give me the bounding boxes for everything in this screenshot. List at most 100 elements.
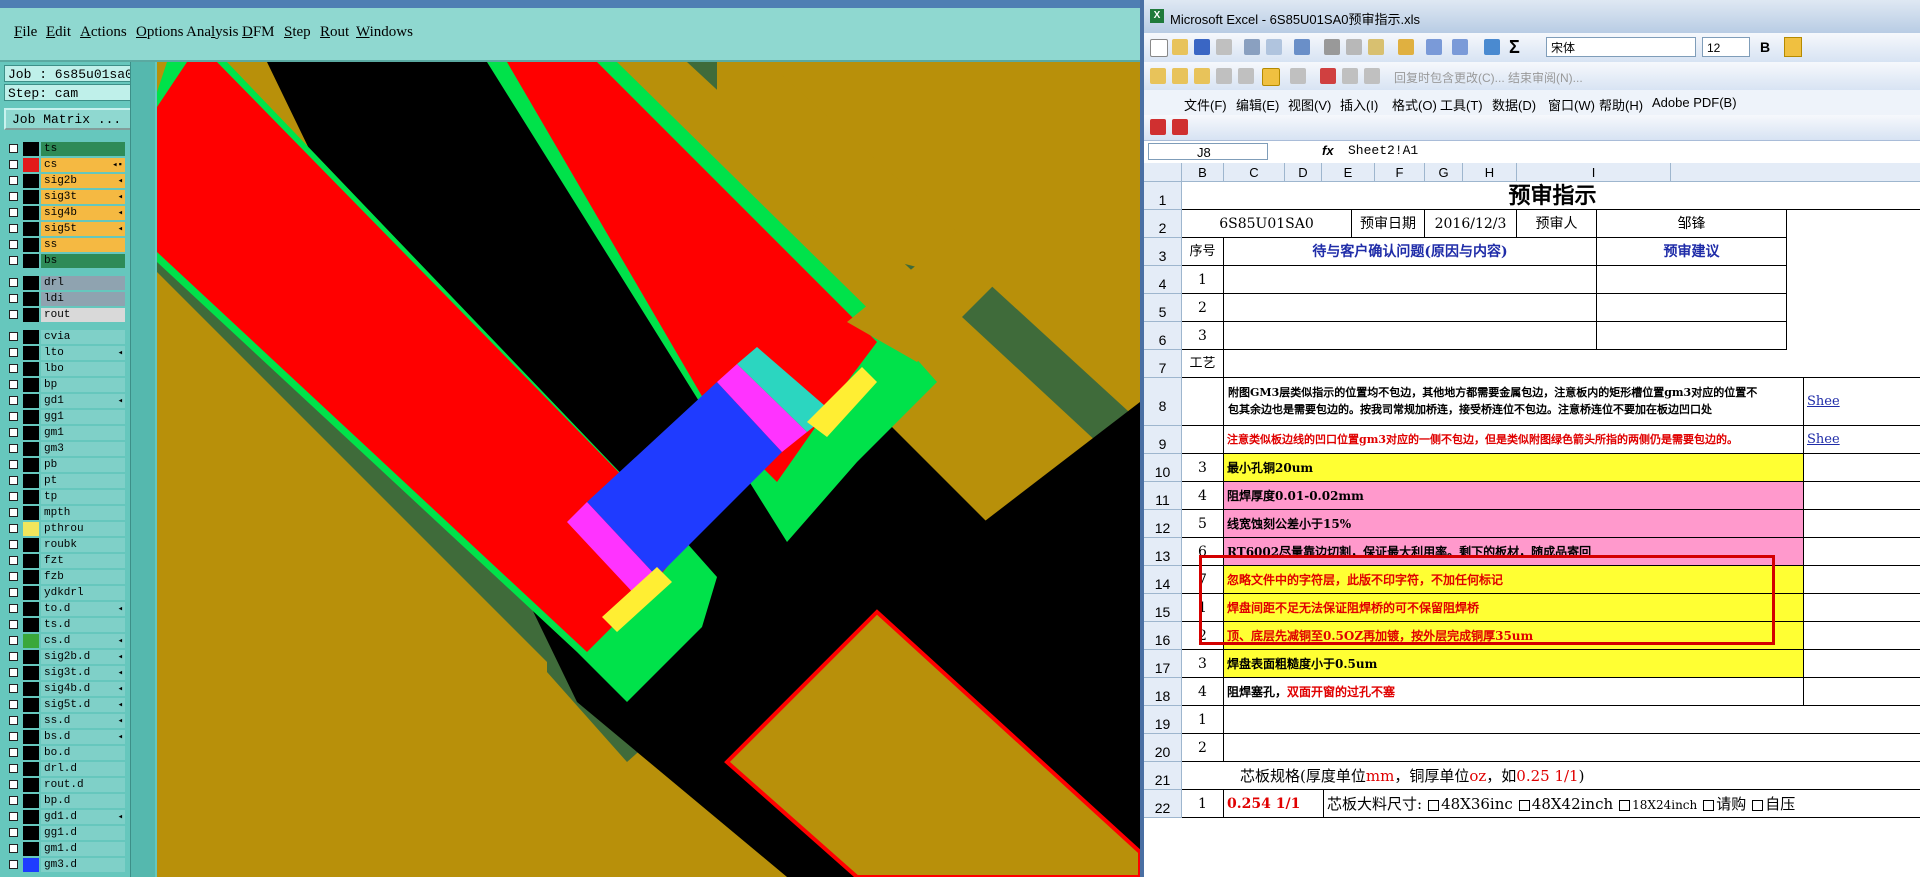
layer-checkbox[interactable]	[9, 636, 18, 645]
genesis-menu-file[interactable]: File	[14, 24, 37, 41]
row-header-10[interactable]: 10	[1144, 454, 1182, 482]
pdf-icon[interactable]	[1150, 119, 1166, 135]
item-extra-cell[interactable]	[1804, 510, 1920, 538]
column-header-c[interactable]: C	[1224, 163, 1285, 182]
spelling-icon[interactable]	[1294, 39, 1310, 55]
layer-row-pthrou[interactable]: pthrou	[4, 522, 125, 536]
excel-menu-item[interactable]: Adobe PDF(B)	[1652, 95, 1737, 110]
layer-name[interactable]: roubk	[41, 538, 125, 552]
item-number-cell[interactable]: 5	[1182, 510, 1224, 538]
column-header-i[interactable]: I	[1517, 163, 1671, 182]
row-header-12[interactable]: 12	[1144, 510, 1182, 538]
item-text-cell[interactable]: 阻焊厚度0.01-0.02mm	[1224, 482, 1804, 510]
layer-name[interactable]: sig5t ◂	[41, 222, 125, 236]
layer-name[interactable]: gm1.d	[41, 842, 125, 856]
column-header-d[interactable]: D	[1285, 163, 1322, 182]
row-header-1[interactable]: 1	[1144, 182, 1182, 210]
layer-name[interactable]: ydkdrl	[41, 586, 125, 600]
layer-name[interactable]: cvia	[41, 330, 125, 344]
genesis-menu-rout[interactable]: Rout	[320, 24, 349, 41]
row-header-4[interactable]: 4	[1144, 266, 1182, 294]
format-painter-icon[interactable]	[1398, 39, 1414, 55]
layer-row-fzt[interactable]: fzt	[4, 554, 125, 568]
layer-row-gm3-d[interactable]: gm3.d	[4, 858, 125, 872]
suggestion-cell[interactable]	[1597, 294, 1787, 322]
layer-row-gg1-d[interactable]: gg1.d	[4, 826, 125, 840]
item-number-cell[interactable]: 3	[1182, 454, 1224, 482]
layer-row-tp[interactable]: tp	[4, 490, 125, 504]
cut-icon[interactable]	[1324, 39, 1340, 55]
seq-header-cell[interactable]: 序号	[1182, 238, 1224, 266]
row-header-3[interactable]: 3	[1144, 238, 1182, 266]
item-extra-cell[interactable]	[1804, 678, 1920, 706]
layer-row-bs[interactable]: bs	[4, 254, 125, 268]
layer-name[interactable]: bs.d ◂	[41, 730, 125, 744]
layer-checkbox[interactable]	[9, 256, 18, 265]
layer-checkbox[interactable]	[9, 192, 18, 201]
reviewer-label-cell[interactable]: 预审人	[1517, 210, 1597, 238]
layer-row-cs-d[interactable]: cs.d ◂	[4, 634, 125, 648]
item-extra-cell[interactable]	[1804, 482, 1920, 510]
layer-row-sig4b[interactable]: sig4b ◂	[4, 206, 125, 220]
layer-checkbox[interactable]	[9, 556, 18, 565]
excel-menu-item[interactable]: 视图(V)	[1288, 95, 1331, 114]
question-number-cell[interactable]: 1	[1182, 266, 1224, 294]
review-toolbar-text[interactable]: 回复时包含更改(C)... 结束审阅(N)...	[1394, 69, 1583, 86]
layer-name[interactable]: sig3t.d ◂	[41, 666, 125, 680]
layer-checkbox[interactable]	[9, 460, 18, 469]
layer-row-gd1[interactable]: gd1 ◂	[4, 394, 125, 408]
layer-row-sig3t-d[interactable]: sig3t.d ◂	[4, 666, 125, 680]
new-icon[interactable]	[1150, 39, 1168, 57]
layer-row-sig5t[interactable]: sig5t ◂	[4, 222, 125, 236]
layer-row-sig2b[interactable]: sig2b ◂	[4, 174, 125, 188]
column-header-e[interactable]: E	[1322, 163, 1375, 182]
undo-icon[interactable]	[1426, 39, 1442, 55]
print-icon[interactable]	[1244, 39, 1260, 55]
redo-icon[interactable]	[1452, 39, 1468, 55]
fx-icon[interactable]: fx	[1322, 143, 1334, 158]
review-icon-9[interactable]	[1342, 68, 1358, 84]
layer-name[interactable]: gd1 ◂	[41, 394, 125, 408]
layer-name[interactable]: lbo	[41, 362, 125, 376]
layer-checkbox[interactable]	[9, 844, 18, 853]
layer-checkbox[interactable]	[9, 828, 18, 837]
print-preview-icon[interactable]	[1266, 39, 1282, 55]
layer-row-gm1[interactable]: gm1	[4, 426, 125, 440]
layer-name[interactable]: gm3	[41, 442, 125, 456]
name-box[interactable]: J8	[1148, 143, 1268, 160]
layer-row-sig2b-d[interactable]: sig2b.d ◂	[4, 650, 125, 664]
layer-checkbox[interactable]	[9, 588, 18, 597]
layer-name[interactable]: sig4b ◂	[41, 206, 125, 220]
job-number-cell[interactable]: 6S85U01SA0	[1182, 210, 1352, 238]
row-header-2[interactable]: 2	[1144, 210, 1182, 238]
row-header-17[interactable]: 17	[1144, 650, 1182, 678]
review-date-label-cell[interactable]: 预审日期	[1352, 210, 1425, 238]
layer-row-gd1-d[interactable]: gd1.d ◂	[4, 810, 125, 824]
layer-name[interactable]: rout	[41, 308, 125, 322]
layer-name[interactable]: bo.d	[41, 746, 125, 760]
layer-row-ldi[interactable]: ldi	[4, 292, 125, 306]
layer-name[interactable]: ss.d ◂	[41, 714, 125, 728]
save-icon[interactable]	[1194, 39, 1210, 55]
row-header-9[interactable]: 9	[1144, 426, 1182, 454]
layer-row-ss[interactable]: ss	[4, 238, 125, 252]
layer-row-ts-d[interactable]: ts.d	[4, 618, 125, 632]
layer-name[interactable]: to.d ◂	[41, 602, 125, 616]
genesis-menu-step[interactable]: Step	[284, 24, 311, 41]
row-header-11[interactable]: 11	[1144, 482, 1182, 510]
row-header-14[interactable]: 14	[1144, 566, 1182, 594]
layer-name[interactable]: drl.d	[41, 762, 125, 776]
craft-number-cell[interactable]	[1182, 378, 1224, 426]
layer-name[interactable]: sig4b.d ◂	[41, 682, 125, 696]
font-name-select[interactable]: 宋体	[1546, 37, 1696, 57]
craft-label-cell[interactable]: 工艺	[1182, 350, 1224, 378]
layer-name[interactable]: pthrou	[41, 522, 125, 536]
layer-name[interactable]: sig5t.d ◂	[41, 698, 125, 712]
layer-row-rout-d[interactable]: rout.d	[4, 778, 125, 792]
layer-name[interactable]: sig2b ◂	[41, 174, 125, 188]
layer-row-sig5t-d[interactable]: sig5t.d ◂	[4, 698, 125, 712]
layer-name[interactable]: ldi	[41, 292, 125, 306]
column-header-j[interactable]	[1671, 163, 1920, 182]
suggestion-header-cell[interactable]: 预审建议	[1597, 238, 1787, 266]
item-extra-cell[interactable]	[1804, 454, 1920, 482]
